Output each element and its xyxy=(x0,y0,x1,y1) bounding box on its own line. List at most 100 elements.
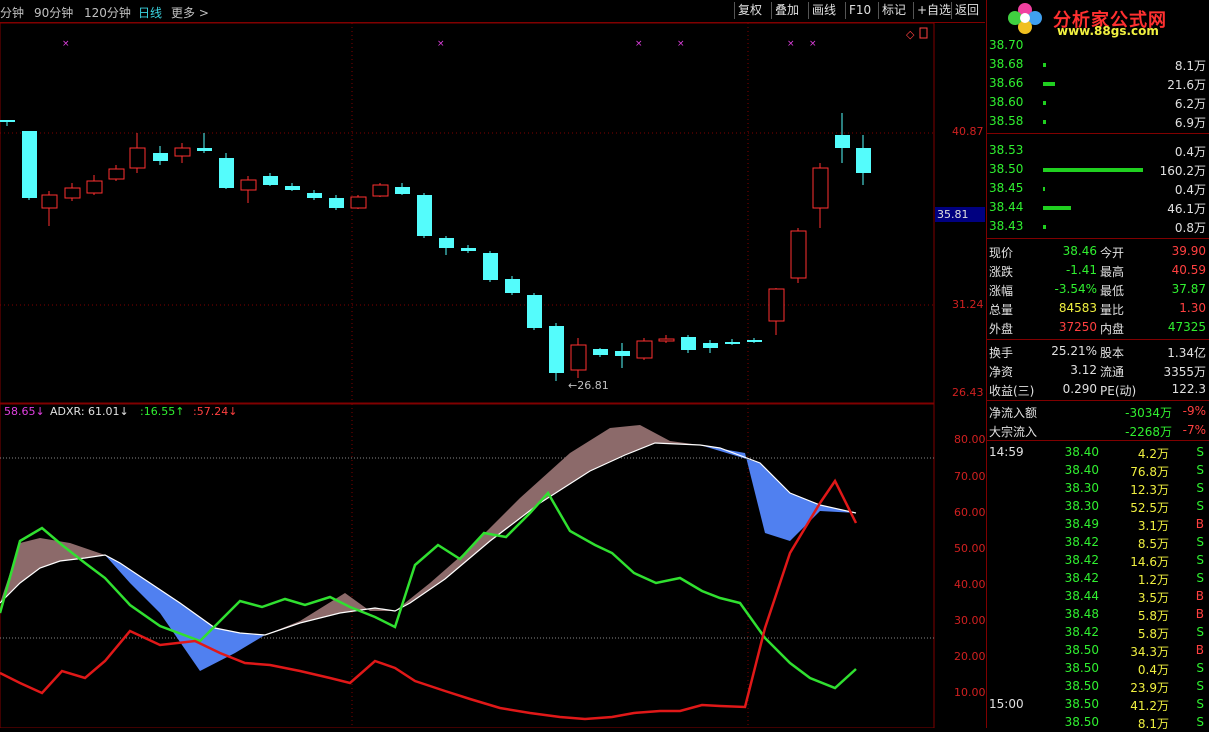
volume-bar xyxy=(1043,187,1045,191)
tab-timeframe-more[interactable]: 更多 > xyxy=(171,4,209,21)
order-buy-row: 38.44 46.1万 xyxy=(987,198,1209,217)
candle-up xyxy=(108,165,125,181)
tick-volume: 3.5万 xyxy=(1137,591,1169,605)
tick-side: S xyxy=(1196,553,1204,567)
tick-volume: 14.6万 xyxy=(1130,555,1169,569)
volume-bar xyxy=(1043,101,1046,105)
divider xyxy=(987,440,1209,441)
tick-side: S xyxy=(1196,535,1204,549)
tick-side: B xyxy=(1195,607,1204,621)
quote-row: 外盘 37250 内盘 47325 xyxy=(989,320,1206,336)
legend-adxr: ADXR: 61.01↓ xyxy=(50,405,129,418)
candle-down xyxy=(461,245,476,253)
tick-side: S xyxy=(1196,571,1204,585)
tick-time: 15:00 xyxy=(989,697,1024,711)
indicator-axis-label: 80.00 xyxy=(954,433,985,446)
quote-row: 总量 84583 量比 1.30 xyxy=(989,301,1206,317)
divider xyxy=(987,238,1209,239)
indicator-axis-label: 60.00 xyxy=(954,506,985,519)
mark-button[interactable]: 标记 xyxy=(878,2,909,19)
order-sell-row: 38.60 6.2万 xyxy=(987,93,1209,112)
tab-timeframe-min[interactable]: 分钟 xyxy=(0,4,24,21)
tick-row: 38.40 76.8万 S xyxy=(987,461,1209,480)
price-axis-label: 40.87 xyxy=(952,125,984,138)
signal-marker: × xyxy=(437,39,445,49)
tick-volume: 5.8万 xyxy=(1137,627,1169,641)
chart-area[interactable]: 40.87 35.81 31.24 26.43 ◇ × × × × × × ←26.81 … xyxy=(0,23,985,728)
candle-up xyxy=(372,183,389,197)
indicator-panel-frame xyxy=(0,403,935,728)
overlay-button[interactable]: 叠加 xyxy=(771,2,802,19)
order-volume: 46.1万 xyxy=(1167,202,1206,216)
f10-button[interactable]: F10 xyxy=(845,2,874,19)
tick-side: B xyxy=(1195,517,1204,531)
tick-price: 38.42 xyxy=(1064,535,1099,549)
order-volume: 0.4万 xyxy=(1174,183,1206,197)
candle-down xyxy=(153,146,168,165)
order-price: 38.66 xyxy=(989,76,1024,90)
tick-volume: 3.1万 xyxy=(1137,519,1169,533)
candle-up xyxy=(570,338,587,378)
volume-bar xyxy=(1043,63,1046,67)
order-price: 38.58 xyxy=(989,114,1024,128)
restore-rights-button[interactable]: 复权 xyxy=(734,2,765,19)
diamond-icon[interactable]: ◇ xyxy=(906,28,915,41)
order-buy-row: 38.43 0.8万 xyxy=(987,217,1209,236)
candle-up xyxy=(350,195,367,209)
candle-down xyxy=(395,183,410,195)
adx-fill-down xyxy=(700,445,856,541)
tab-timeframe-90min[interactable]: 90分钟 xyxy=(34,4,73,21)
tick-side: B xyxy=(1195,589,1204,603)
tick-side: S xyxy=(1196,445,1204,459)
price-panel-frame xyxy=(0,23,935,404)
candle-down xyxy=(483,251,498,282)
indicator-axis-label: 10.00 xyxy=(954,686,985,699)
order-price: 38.60 xyxy=(989,95,1024,109)
order-buy-row: 38.50 160.2万 xyxy=(987,160,1209,179)
window-icon[interactable] xyxy=(919,27,928,39)
tab-timeframe-120min[interactable]: 120分钟 xyxy=(84,4,131,21)
tick-row: 14:59 38.40 4.2万 S xyxy=(987,443,1209,462)
order-sell-row: 38.70 xyxy=(987,36,1209,55)
candle-down xyxy=(856,135,871,185)
price-axis-label: 31.24 xyxy=(952,298,984,311)
quote-row: 收益(三) 0.290 PE(动) 122.3 xyxy=(989,382,1206,398)
signal-marker: × xyxy=(677,39,685,49)
candle-down xyxy=(219,153,234,189)
candle-up xyxy=(636,338,653,360)
order-price: 38.44 xyxy=(989,200,1024,214)
tick-row: 38.42 8.5万 S xyxy=(987,533,1209,552)
tick-row: 38.30 12.3万 S xyxy=(987,479,1209,498)
tick-row: 15:00 38.50 41.2万 S xyxy=(987,695,1209,714)
tick-volume: 0.4万 xyxy=(1137,663,1169,677)
order-buy-row: 38.53 0.4万 xyxy=(987,141,1209,160)
chart-toolbar: 分钟 90分钟 120分钟 日线 更多 > 复权 叠加 画线 F10 标记 +自… xyxy=(0,0,985,23)
tick-row: 38.50 8.1万 S xyxy=(987,713,1209,732)
quote-row: 涨幅 -3.54% 最低 37.87 xyxy=(989,282,1206,298)
order-price: 38.53 xyxy=(989,143,1024,157)
order-sell-row: 38.68 8.1万 xyxy=(987,55,1209,74)
low-price-annotation: ←26.81 xyxy=(568,379,609,392)
candle-down xyxy=(835,113,850,163)
tick-volume: 5.8万 xyxy=(1137,609,1169,623)
tab-timeframe-daily[interactable]: 日线 xyxy=(138,4,162,21)
tick-price: 38.50 xyxy=(1064,679,1099,693)
candle-up xyxy=(240,176,257,203)
tick-volume: 4.2万 xyxy=(1137,447,1169,461)
tick-price: 38.50 xyxy=(1064,697,1099,711)
site-logo: 分析家公式网 www.88gs.com xyxy=(987,0,1209,38)
candle-down xyxy=(197,133,212,153)
order-price: 38.50 xyxy=(989,162,1024,176)
adx-fill-down xyxy=(105,555,265,671)
back-button[interactable]: 返回 xyxy=(951,2,982,19)
tick-price: 38.50 xyxy=(1064,715,1099,729)
tick-volume: 8.5万 xyxy=(1137,537,1169,551)
candle-up xyxy=(174,143,191,163)
tick-row: 38.30 52.5万 S xyxy=(987,497,1209,516)
candle-down xyxy=(615,343,630,368)
candle-down xyxy=(505,276,520,295)
draw-line-button[interactable]: 画线 xyxy=(808,2,839,19)
quote-row: 涨跌 -1.41 最高 40.59 xyxy=(989,263,1206,279)
tick-volume: 34.3万 xyxy=(1130,645,1169,659)
add-watchlist-button[interactable]: +自选 xyxy=(913,2,954,19)
